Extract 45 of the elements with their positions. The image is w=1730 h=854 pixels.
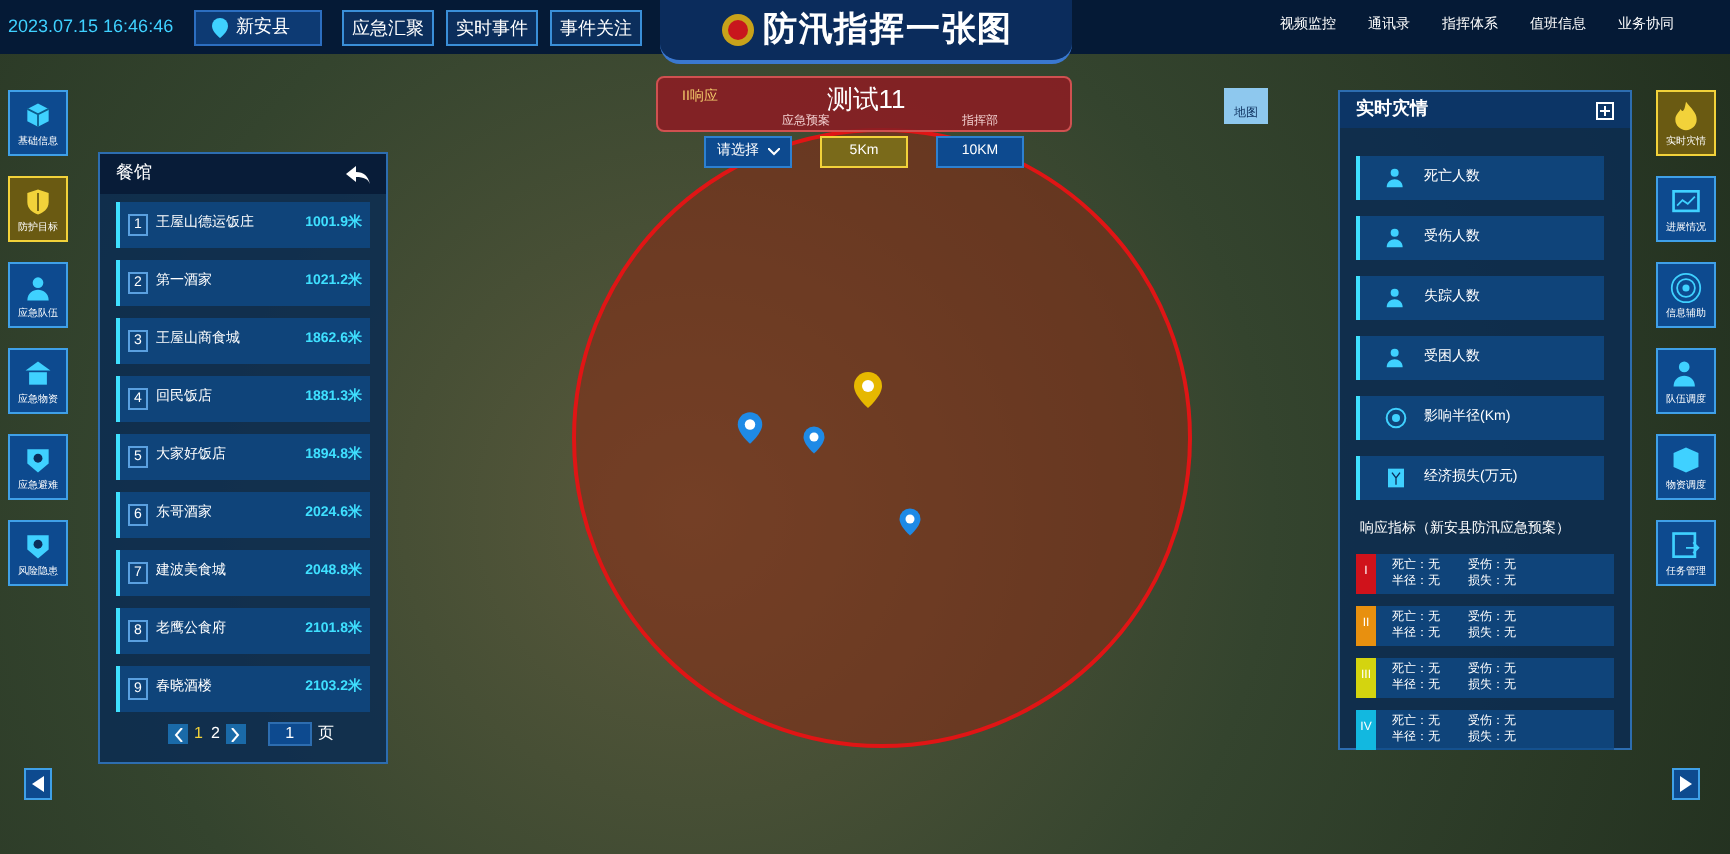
house-icon (22, 357, 54, 389)
person-icon (1384, 226, 1408, 250)
map-pin-icon (736, 412, 764, 444)
signal-icon (1670, 271, 1702, 303)
emblem-icon (719, 12, 756, 48)
shield-icon (22, 185, 54, 217)
prev-page-button[interactable] (168, 724, 188, 744)
person-icon (1384, 346, 1408, 370)
person-icon (1384, 166, 1408, 190)
page-input[interactable]: 1 (267, 722, 312, 746)
back-icon[interactable] (346, 165, 370, 183)
page-number[interactable]: 1 (194, 722, 203, 746)
badge-icon (22, 529, 54, 561)
person-icon (1384, 286, 1408, 310)
map-pin-icon (852, 372, 884, 408)
page-number[interactable]: 2 (210, 722, 220, 746)
event-title: 测试11 (824, 82, 908, 114)
left-chevron-icon (173, 727, 183, 741)
nav-button[interactable]: 实时事件 (446, 9, 538, 45)
badge-icon (22, 443, 54, 475)
datetime: 2023.07.15 16:46:46 (8, 13, 176, 40)
location-pin-icon (212, 17, 228, 37)
task-icon (1670, 529, 1702, 561)
collapse-left-button[interactable] (24, 768, 52, 800)
expand-icon[interactable] (1596, 101, 1614, 119)
flame-icon (1670, 99, 1702, 131)
panel-title: 餐馆 (116, 160, 152, 187)
page-unit: 页 (317, 722, 334, 746)
right-chevron-icon (230, 727, 241, 741)
location-button[interactable]: 新安县 (194, 9, 322, 45)
target-icon (1384, 406, 1408, 430)
map-pin-icon (802, 426, 826, 454)
chart-icon (1670, 185, 1702, 217)
location-label: 新安县 (236, 13, 290, 40)
caret-icon (767, 148, 779, 156)
next-page-button[interactable] (225, 724, 246, 744)
map-pin-icon (898, 508, 922, 536)
cube-icon (22, 99, 54, 131)
collapse-right-button[interactable] (1672, 768, 1700, 800)
left-arrow-icon (32, 776, 44, 792)
panel-title: 实时灾情 (1356, 96, 1428, 123)
right-arrow-icon (1680, 776, 1692, 792)
nav-button[interactable]: 应急汇聚 (342, 9, 434, 45)
page-title: 防汛指挥一张图 (763, 8, 1013, 53)
nav-button[interactable]: 事件关注 (550, 9, 642, 45)
